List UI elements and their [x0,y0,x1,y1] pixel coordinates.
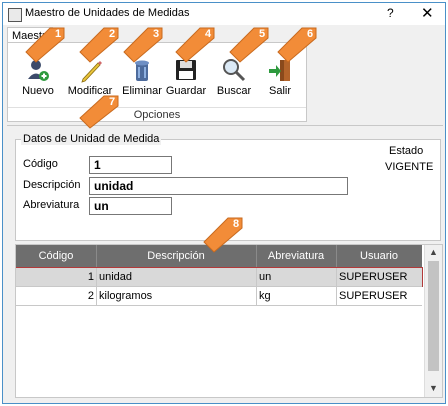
callout-label-1: 1 [55,28,61,40]
callout-label-6: 6 [307,28,313,40]
callout-overlay: 1 2 3 4 5 6 7 8 [25,27,317,253]
callout-label-2: 2 [109,28,115,40]
callout-label-8: 8 [233,218,239,230]
callout-label-5: 5 [259,28,265,40]
callout-label-4: 4 [205,28,212,40]
callout-label-3: 3 [153,28,159,40]
callout-label-7: 7 [109,96,115,108]
